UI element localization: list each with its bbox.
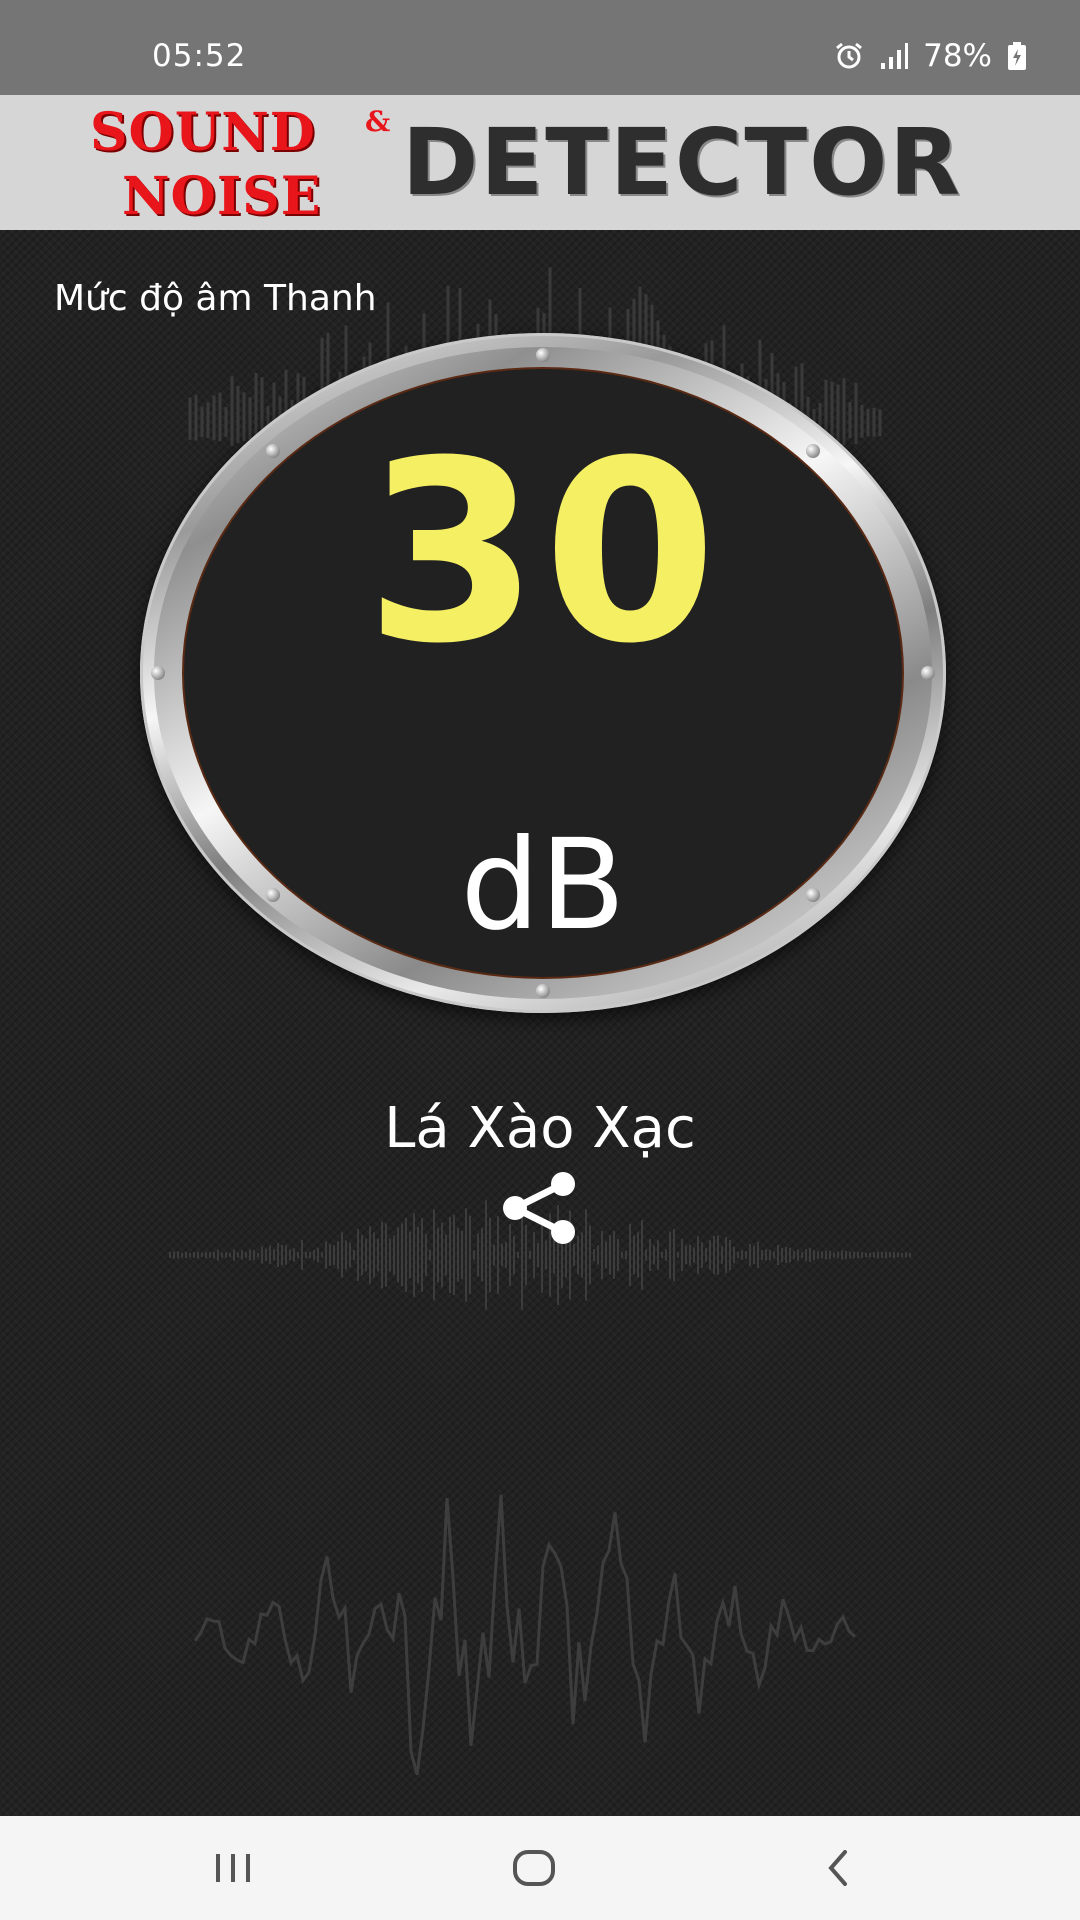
alarm-icon [833,40,865,72]
recent-apps-icon [216,1854,250,1882]
recent-apps-button[interactable] [193,1838,273,1898]
screw-icon [536,984,550,998]
logo-ampersand: & [365,105,391,138]
decibel-gauge: 30 dB [140,333,946,1013]
logo-noise: NOISE [122,166,322,227]
status-icons: 78% [833,36,1028,76]
navigation-bar [0,1816,1080,1920]
meter-title: Mức độ âm Thanh [54,278,377,319]
sound-description: Lá Xào Xạc [384,1096,696,1161]
back-icon [828,1850,847,1886]
logo-detector: DETECTOR [402,109,963,216]
battery-percent: 78% [923,38,992,74]
decibel-unit: dB [460,813,626,958]
battery-charging-icon [1006,41,1028,71]
main-panel: Mức độ âm Thanh 30 dB Lá Xào Xạc [0,230,1080,1816]
home-icon [513,1850,555,1886]
share-icon [503,1172,575,1244]
signal-icon [879,41,909,71]
home-button[interactable] [494,1838,574,1898]
decibel-value: 30 [365,407,721,698]
app-header-logo: SOUND & NOISE DETECTOR [0,95,1080,230]
back-button[interactable] [798,1838,878,1898]
screw-icon [536,348,550,362]
logo-sound: SOUND [90,102,316,163]
share-button[interactable] [494,1168,586,1248]
status-time: 05:52 [152,38,247,74]
status-bar: 05:52 78% [0,0,1080,95]
